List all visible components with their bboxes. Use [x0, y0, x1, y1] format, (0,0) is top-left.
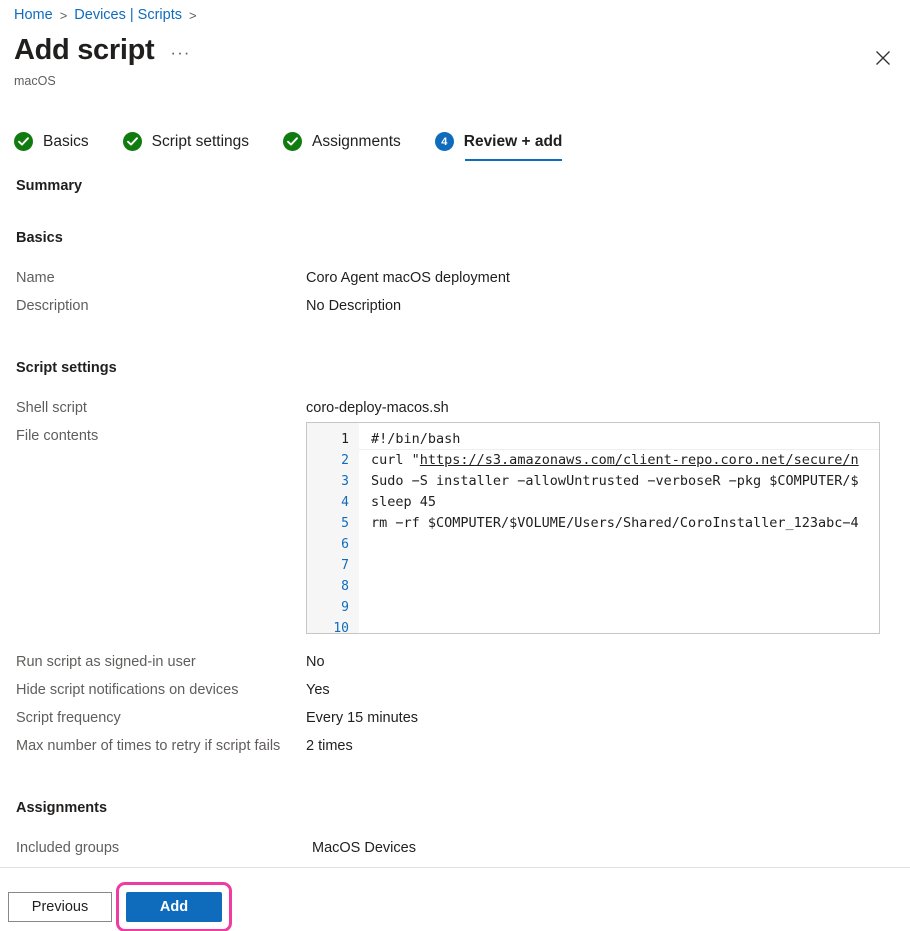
wizard-tabs: Basics Script settings Assignments 4 Rev… — [14, 132, 596, 161]
tab-label-assignments: Assignments — [312, 132, 401, 150]
check-circle-icon — [122, 132, 142, 151]
label-shell-script: Shell script — [16, 400, 87, 416]
label-name: Name — [16, 270, 55, 286]
line-number: 7 — [341, 558, 349, 573]
row-hide-notifications: Hide script notifications on devices Yes — [16, 676, 910, 704]
value-script-frequency: Every 15 minutes — [306, 710, 419, 726]
line-number: 2 — [341, 453, 349, 468]
page-subtitle: macOS — [14, 74, 56, 88]
code-line: rm −rf $COMPUTER/$VOLUME/Users/Shared/Co… — [371, 515, 859, 531]
value-max-retries: 2 times — [306, 738, 353, 754]
more-options-icon[interactable]: ··· — [170, 43, 190, 63]
title-row: Add script ··· — [14, 36, 190, 65]
row-script-frequency: Script frequency Every 15 minutes — [16, 704, 910, 732]
first-line-highlight — [359, 429, 879, 450]
code-line-url[interactable]: https://s3.amazonaws.com/client-repo.cor… — [420, 452, 859, 468]
basics-heading: Basics — [16, 230, 63, 246]
row-file-contents: File contents 1 2 3 4 5 6 7 8 9 10 #!/bi… — [16, 422, 910, 634]
line-number: 4 — [341, 495, 349, 510]
tab-review-add[interactable]: 4 Review + add — [434, 132, 563, 161]
row-included-groups: Included groups MacOS Devices — [16, 834, 910, 862]
label-run-as-signed-in-user: Run script as signed-in user — [16, 654, 196, 670]
previous-button[interactable]: Previous — [8, 892, 112, 922]
tab-basics[interactable]: Basics — [14, 132, 89, 161]
add-script-blade: Home > Devices | Scripts > Add script ··… — [0, 0, 910, 931]
row-run-as-signed-in-user: Run script as signed-in user No — [16, 648, 910, 676]
script-settings-heading: Script settings — [16, 360, 117, 376]
close-icon[interactable] — [868, 43, 898, 73]
check-circle-icon — [283, 132, 303, 151]
breadcrumb-separator-icon: > — [59, 7, 68, 23]
breadcrumb: Home > Devices | Scripts > — [8, 7, 198, 23]
label-description: Description — [16, 298, 89, 314]
code-line: sleep 45 — [371, 494, 437, 510]
value-description: No Description — [306, 298, 402, 314]
line-number: 9 — [341, 600, 349, 615]
value-shell-script: coro-deploy-macos.sh — [306, 400, 449, 416]
line-number: 5 — [341, 516, 349, 531]
code-line: curl "https://s3.amazonaws.com/client-re… — [371, 450, 879, 471]
row-name: Name Coro Agent macOS deployment — [16, 264, 910, 292]
check-circle-icon — [14, 132, 33, 151]
line-number-gutter: 1 2 3 4 5 6 7 8 9 10 — [307, 423, 359, 633]
value-name: Coro Agent macOS deployment — [306, 270, 510, 286]
code-line: Sudo −S installer −allowUntrusted −verbo… — [371, 473, 859, 489]
tab-script-settings[interactable]: Script settings — [122, 132, 250, 161]
line-number: 10 — [333, 621, 349, 634]
tab-label-review-add: Review + add — [463, 132, 563, 150]
tab-assignments[interactable]: Assignments — [283, 132, 401, 161]
add-button[interactable]: Add — [126, 892, 222, 922]
page-title: Add script — [14, 34, 155, 66]
summary-heading: Summary — [16, 178, 83, 194]
line-number: 8 — [341, 579, 349, 594]
tab-label-basics: Basics — [43, 132, 89, 150]
label-included-groups: Included groups — [16, 840, 120, 856]
footer-bar: Previous Add — [0, 868, 910, 931]
label-hide-notifications: Hide script notifications on devices — [16, 682, 239, 698]
row-shell-script: Shell script coro-deploy-macos.sh — [16, 394, 910, 422]
row-max-retries: Max number of times to retry if script f… — [16, 732, 910, 760]
label-max-retries: Max number of times to retry if script f… — [16, 738, 281, 754]
code-editor[interactable]: 1 2 3 4 5 6 7 8 9 10 #!/bin/bash curl "h… — [306, 422, 880, 634]
line-number: 3 — [341, 474, 349, 489]
breadcrumb-item-devices-scripts[interactable]: Devices | Scripts — [68, 7, 188, 23]
assignments-heading: Assignments — [16, 800, 108, 816]
tab-label-script-settings: Script settings — [151, 132, 250, 150]
value-included-groups: MacOS Devices — [312, 840, 416, 856]
label-file-contents: File contents — [16, 428, 99, 444]
line-number: 1 — [341, 432, 349, 447]
step-number-badge: 4 — [434, 132, 454, 151]
breadcrumb-item-home[interactable]: Home — [8, 7, 59, 23]
summary-content: Summary Basics Name Coro Agent macOS dep… — [0, 178, 910, 890]
label-script-frequency: Script frequency — [16, 710, 121, 726]
value-run-as-signed-in-user: No — [306, 654, 325, 670]
breadcrumb-separator-icon-2: > — [189, 7, 197, 23]
value-hide-notifications: Yes — [306, 682, 330, 698]
code-line-prefix: curl " — [371, 452, 420, 468]
line-number: 6 — [341, 537, 349, 552]
active-tab-underline — [464, 158, 563, 161]
code-area[interactable]: #!/bin/bash curl "https://s3.amazonaws.c… — [359, 423, 879, 633]
row-description: Description No Description — [16, 292, 910, 320]
